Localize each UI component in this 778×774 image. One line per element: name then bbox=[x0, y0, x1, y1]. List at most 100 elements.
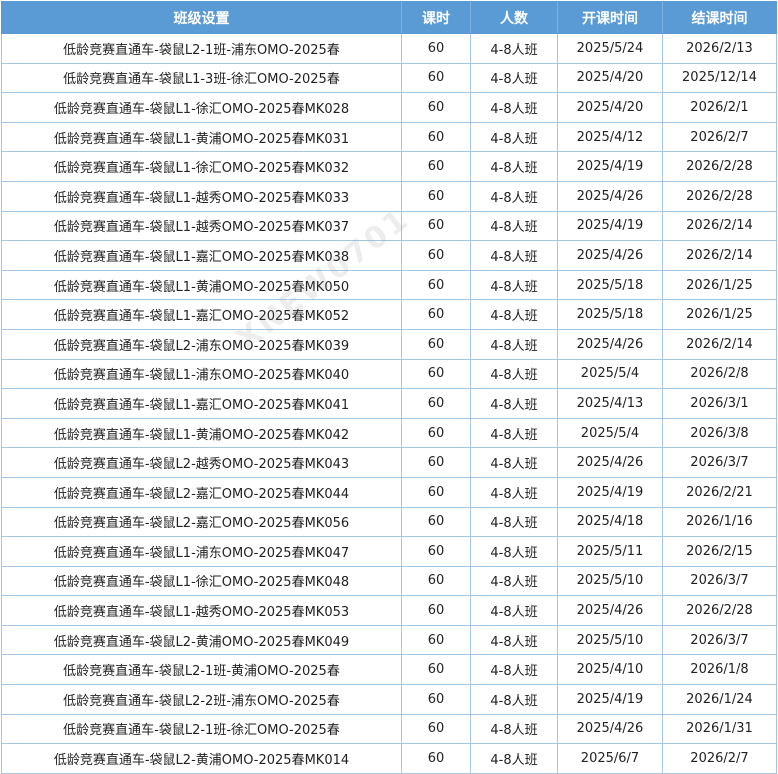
cell-hours: 60 bbox=[401, 151, 471, 182]
cell-end-date: 2026/1/25 bbox=[662, 299, 777, 330]
table-row: 低龄竞赛直通车-袋鼠L2-黄浦OMO-2025春MK049 60 4-8人班 2025… bbox=[1, 624, 777, 656]
cell-class-size: 4-8人班 bbox=[470, 299, 558, 330]
cell-class-size: 4-8人班 bbox=[470, 536, 558, 567]
cell-class-name: 低龄竞赛直通车-袋鼠L1-徐汇OMO-2025春MK028 bbox=[1, 92, 402, 123]
cell-class-size: 4-8人班 bbox=[470, 654, 558, 686]
table-row: 低龄竞赛直通车-袋鼠L1-徐汇OMO-2025春MK028 60 4-8人班 2025… bbox=[1, 92, 777, 123]
table-row: 低龄竞赛直通车-袋鼠L1-嘉汇OMO-2025春MK038 60 4-8人班 2025… bbox=[1, 240, 777, 271]
cell-class-name: 低龄竞赛直通车-袋鼠L1-徐汇OMO-2025春MK048 bbox=[1, 565, 402, 597]
table-row: 低龄竞赛直通车-袋鼠L1-黄浦OMO-2025春MK042 60 4-8人班 2025… bbox=[1, 417, 777, 449]
cell-class-name: 低龄竞赛直通车-袋鼠L1-越秀OMO-2025春MK037 bbox=[1, 210, 402, 242]
cell-class-name: 低龄竞赛直通车-袋鼠L1-越秀OMO-2025春MK053 bbox=[1, 595, 402, 626]
cell-hours: 60 bbox=[401, 684, 471, 715]
cell-class-size: 4-8人班 bbox=[470, 269, 558, 301]
cell-end-date: 2026/1/31 bbox=[662, 713, 777, 745]
table-row: 低龄竞赛直通车-袋鼠L2-嘉汇OMO-2025春MK056 60 4-8人班 2025… bbox=[1, 506, 777, 538]
cell-start-date: 2025/5/4 bbox=[557, 417, 663, 449]
cell-start-date: 2025/4/26 bbox=[557, 447, 663, 478]
cell-class-size: 4-8人班 bbox=[470, 358, 558, 390]
cell-start-date: 2025/5/10 bbox=[557, 565, 663, 597]
cell-start-date: 2025/4/20 bbox=[557, 92, 663, 123]
cell-start-date: 2025/4/19 bbox=[557, 476, 663, 508]
cell-end-date: 2026/2/13 bbox=[662, 33, 777, 64]
cell-hours: 60 bbox=[401, 210, 471, 242]
table-row: 低龄竞赛直通车-袋鼠L1-越秀OMO-2025春MK037 60 4-8人班 2025… bbox=[1, 210, 777, 242]
cell-end-date: 2026/2/1 bbox=[662, 92, 777, 123]
cell-class-name: 低龄竞赛直通车-袋鼠L2-黄浦OMO-2025春MK049 bbox=[1, 624, 402, 656]
cell-end-date: 2026/2/28 bbox=[662, 151, 777, 182]
cell-end-date: 2025/12/14 bbox=[662, 62, 777, 94]
cell-end-date: 2026/2/15 bbox=[662, 536, 777, 567]
cell-end-date: 2026/2/14 bbox=[662, 240, 777, 271]
table-row: 低龄竞赛直通车-袋鼠L1-浦东OMO-2025春MK040 60 4-8人班 2025… bbox=[1, 358, 777, 390]
cell-start-date: 2025/5/18 bbox=[557, 269, 663, 301]
header-start-time: 开课时间 bbox=[557, 1, 663, 34]
cell-class-size: 4-8人班 bbox=[470, 388, 558, 419]
cell-hours: 60 bbox=[401, 62, 471, 94]
cell-class-size: 4-8人班 bbox=[470, 62, 558, 94]
cell-class-name: 低龄竞赛直通车-袋鼠L1-越秀OMO-2025春MK033 bbox=[1, 180, 402, 212]
cell-end-date: 2026/1/25 bbox=[662, 269, 777, 301]
table-row: 低龄竞赛直通车-袋鼠L1-徐汇OMO-2025春MK032 60 4-8人班 2025… bbox=[1, 151, 777, 182]
cell-end-date: 2026/3/8 bbox=[662, 417, 777, 449]
cell-class-name: 低龄竞赛直通车-袋鼠L1-黄浦OMO-2025春MK042 bbox=[1, 417, 402, 449]
cell-hours: 60 bbox=[401, 595, 471, 626]
table-row: 低龄竞赛直通车-袋鼠L1-嘉汇OMO-2025春MK052 60 4-8人班 2025… bbox=[1, 299, 777, 330]
header-end-time: 结课时间 bbox=[662, 1, 777, 34]
cell-hours: 60 bbox=[401, 299, 471, 330]
cell-class-name: 低龄竞赛直通车-袋鼠L2-嘉汇OMO-2025春MK044 bbox=[1, 476, 402, 508]
cell-class-size: 4-8人班 bbox=[470, 92, 558, 123]
cell-hours: 60 bbox=[401, 328, 471, 360]
cell-hours: 60 bbox=[401, 240, 471, 271]
cell-hours: 60 bbox=[401, 624, 471, 656]
cell-class-name: 低龄竞赛直通车-袋鼠L2-2班-浦东OMO-2025春 bbox=[1, 684, 402, 715]
class-schedule-table: 班级设置 课时 人数 开课时间 结课时间 低龄竞赛直通车-袋鼠L2-1班-浦东O… bbox=[1, 1, 777, 774]
cell-class-name: 低龄竞赛直通车-袋鼠L1-3班-徐汇OMO-2025春 bbox=[1, 62, 402, 94]
header-hours: 课时 bbox=[401, 1, 471, 34]
cell-class-size: 4-8人班 bbox=[470, 743, 558, 774]
cell-class-size: 4-8人班 bbox=[470, 684, 558, 715]
cell-hours: 60 bbox=[401, 92, 471, 123]
cell-class-name: 低龄竞赛直通车-袋鼠L1-嘉汇OMO-2025春MK038 bbox=[1, 240, 402, 271]
cell-start-date: 2025/4/26 bbox=[557, 240, 663, 271]
table-row: 低龄竞赛直通车-袋鼠L2-2班-浦东OMO-2025春 60 4-8人班 2025/4… bbox=[1, 684, 777, 715]
cell-end-date: 2026/2/8 bbox=[662, 358, 777, 390]
header-class-setting: 班级设置 bbox=[1, 1, 402, 34]
cell-end-date: 2026/2/7 bbox=[662, 121, 777, 153]
table-row: 低龄竞赛直通车-袋鼠L1-徐汇OMO-2025春MK048 60 4-8人班 2025… bbox=[1, 565, 777, 597]
cell-start-date: 2025/4/19 bbox=[557, 151, 663, 182]
table-row: 低龄竞赛直通车-袋鼠L2-1班-徐汇OMO-2025春 60 4-8人班 2025/4… bbox=[1, 713, 777, 745]
cell-start-date: 2025/4/10 bbox=[557, 654, 663, 686]
cell-class-name: 低龄竞赛直通车-袋鼠L1-嘉汇OMO-2025春MK052 bbox=[1, 299, 402, 330]
cell-hours: 60 bbox=[401, 417, 471, 449]
cell-class-name: 低龄竞赛直通车-袋鼠L2-浦东OMO-2025春MK039 bbox=[1, 328, 402, 360]
cell-hours: 60 bbox=[401, 536, 471, 567]
cell-end-date: 2026/1/24 bbox=[662, 684, 777, 715]
cell-class-size: 4-8人班 bbox=[470, 33, 558, 64]
cell-end-date: 2026/2/28 bbox=[662, 180, 777, 212]
cell-end-date: 2026/3/7 bbox=[662, 624, 777, 656]
table-header-row: 班级设置 课时 人数 开课时间 结课时间 bbox=[1, 1, 777, 34]
cell-start-date: 2025/4/26 bbox=[557, 595, 663, 626]
cell-class-size: 4-8人班 bbox=[470, 151, 558, 182]
cell-class-name: 低龄竞赛直通车-袋鼠L1-浦东OMO-2025春MK040 bbox=[1, 358, 402, 390]
cell-class-name: 低龄竞赛直通车-袋鼠L2-1班-黄浦OMO-2025春 bbox=[1, 654, 402, 686]
cell-start-date: 2025/6/7 bbox=[557, 743, 663, 774]
cell-end-date: 2026/3/1 bbox=[662, 388, 777, 419]
table-row: 低龄竞赛直通车-袋鼠L1-越秀OMO-2025春MK053 60 4-8人班 2025… bbox=[1, 595, 777, 626]
header-class-size: 人数 bbox=[470, 1, 558, 34]
cell-class-size: 4-8人班 bbox=[470, 328, 558, 360]
cell-end-date: 2026/3/7 bbox=[662, 447, 777, 478]
table-row: 低龄竞赛直通车-袋鼠L2-浦东OMO-2025春MK039 60 4-8人班 2025… bbox=[1, 328, 777, 360]
table-row: 低龄竞赛直通车-袋鼠L1-越秀OMO-2025春MK033 60 4-8人班 2025… bbox=[1, 180, 777, 212]
cell-start-date: 2025/5/24 bbox=[557, 33, 663, 64]
cell-start-date: 2025/5/4 bbox=[557, 358, 663, 390]
cell-end-date: 2026/2/28 bbox=[662, 595, 777, 626]
cell-class-size: 4-8人班 bbox=[470, 595, 558, 626]
cell-class-name: 低龄竞赛直通车-袋鼠L2-嘉汇OMO-2025春MK056 bbox=[1, 506, 402, 538]
table-row: 低龄竞赛直通车-袋鼠L1-嘉汇OMO-2025春MK041 60 4-8人班 2025… bbox=[1, 388, 777, 419]
cell-hours: 60 bbox=[401, 388, 471, 419]
cell-class-size: 4-8人班 bbox=[470, 240, 558, 271]
cell-start-date: 2025/4/13 bbox=[557, 388, 663, 419]
cell-start-date: 2025/4/19 bbox=[557, 210, 663, 242]
